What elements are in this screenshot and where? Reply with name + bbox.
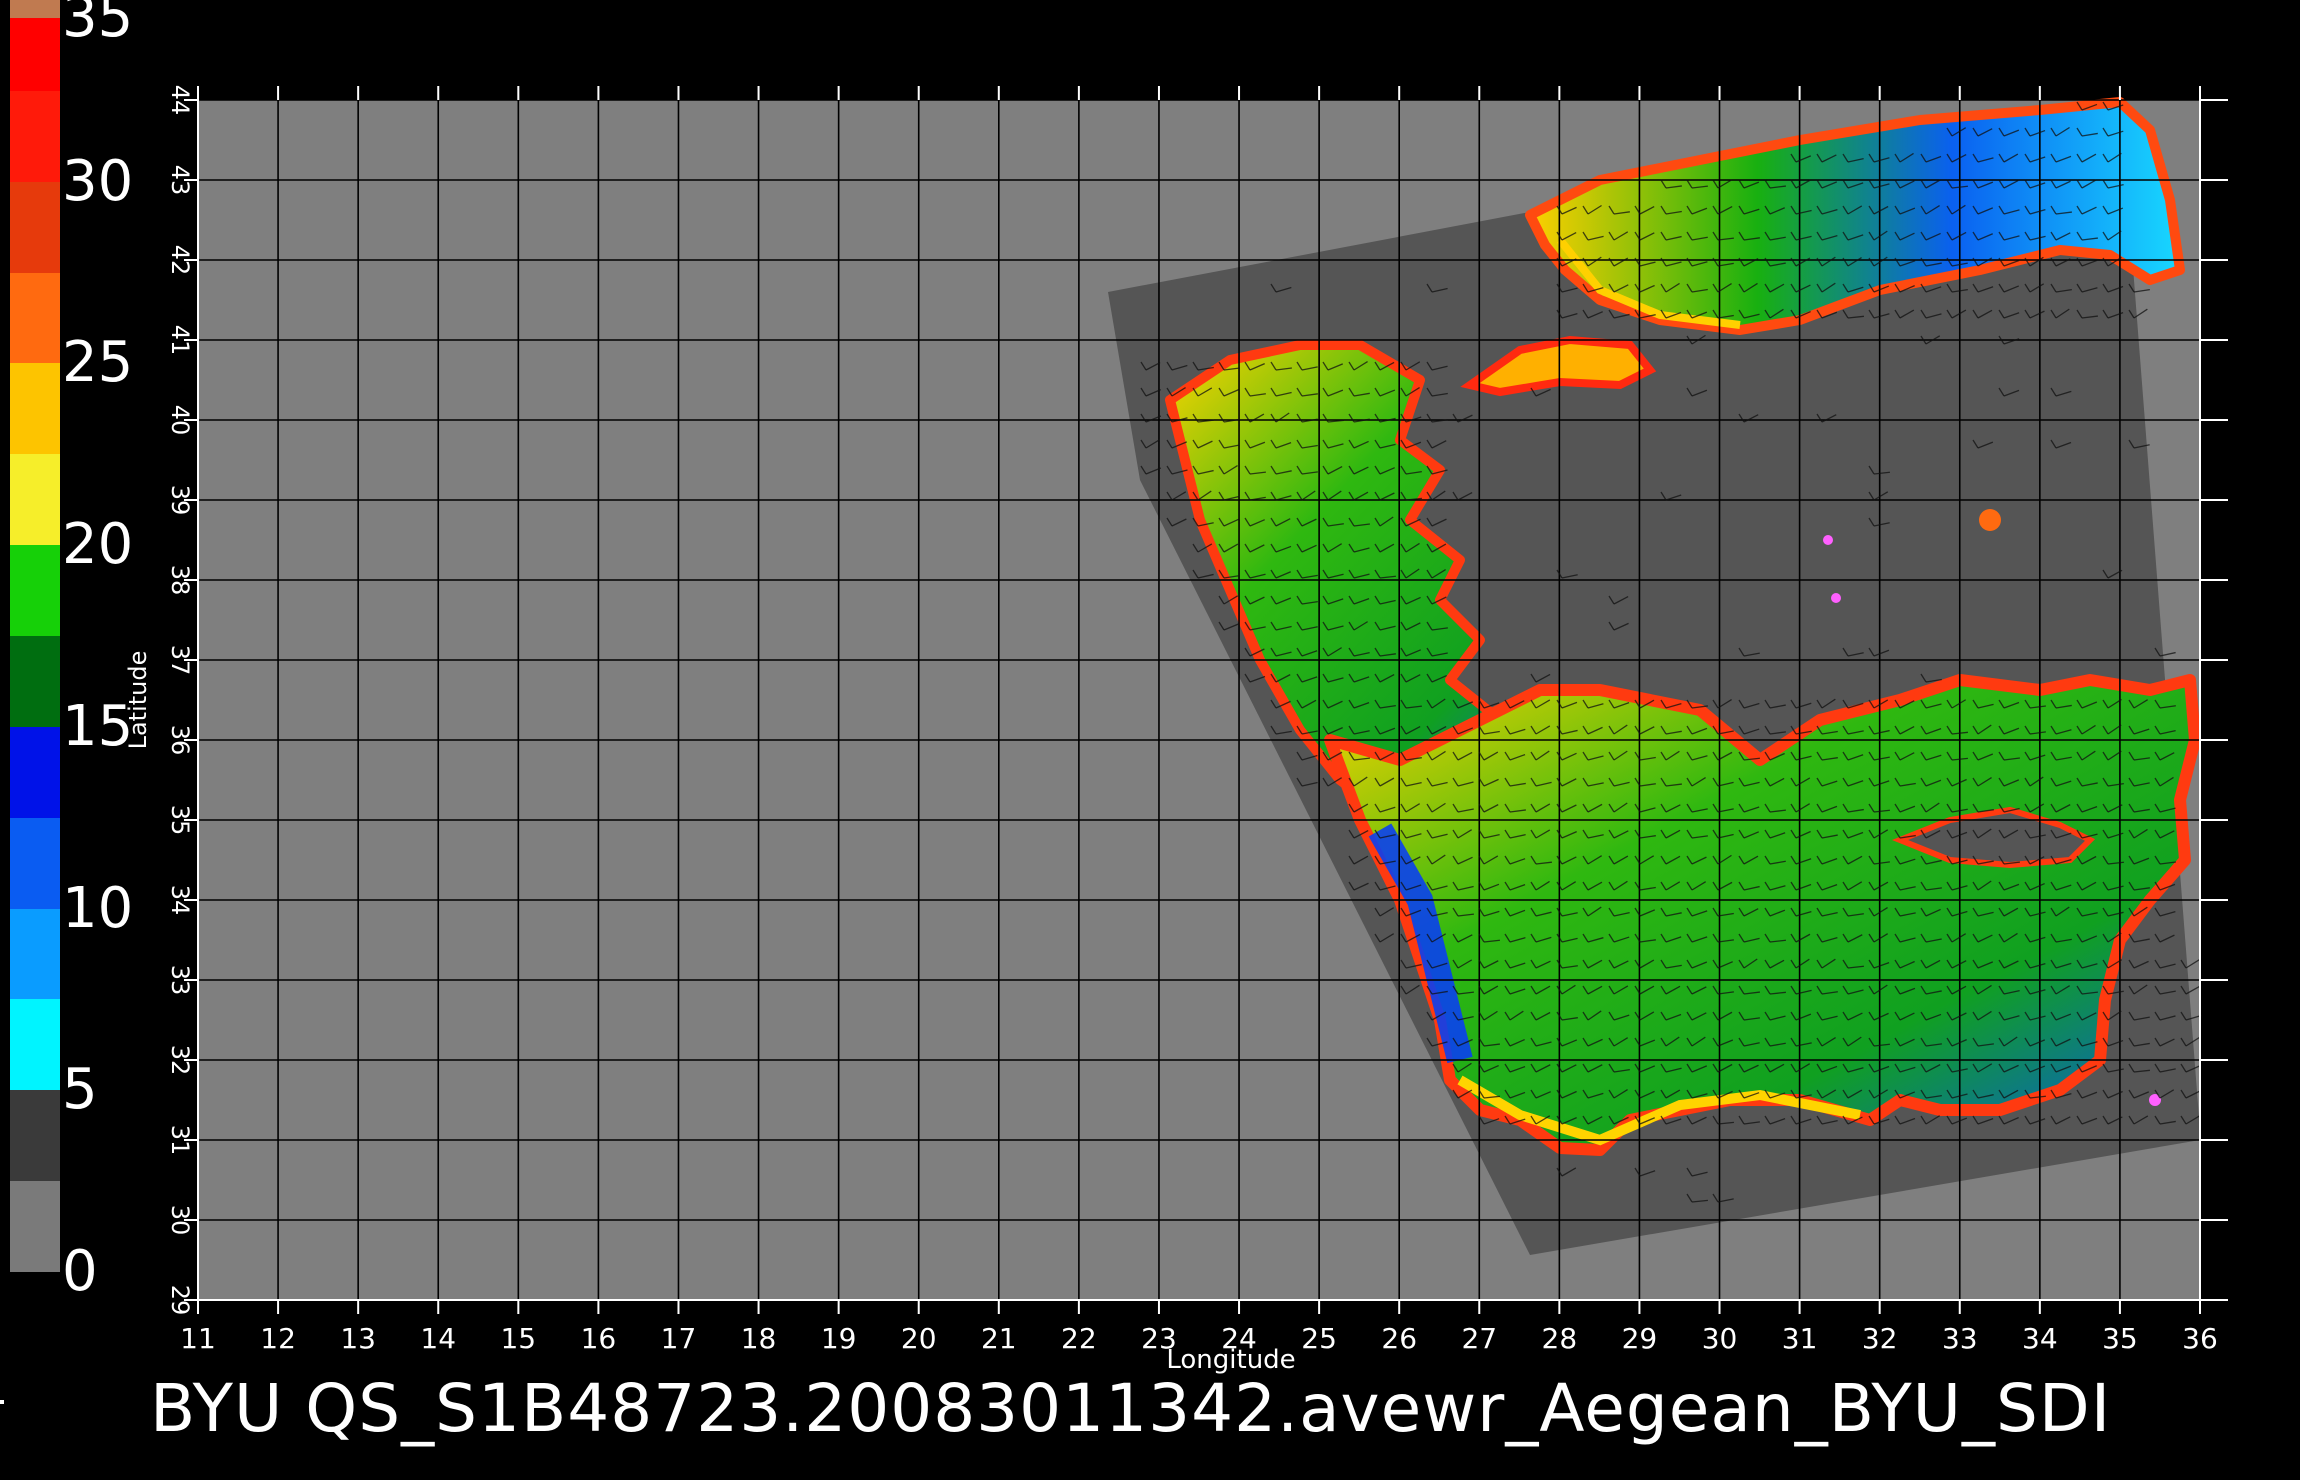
color-scale-segment (10, 545, 60, 636)
color-scale-segment (10, 817, 60, 909)
color-scale-segment (10, 272, 60, 364)
color-scale-label: 15 (62, 693, 134, 759)
color-scale-segment (10, 363, 60, 455)
lat-tick-label: 41 (166, 325, 194, 356)
color-scale-label: 0 (62, 1239, 98, 1304)
lon-tick-label: 34 (2022, 1322, 2058, 1355)
color-scale-label: 10 (62, 875, 134, 941)
color-scale-label: 5 (62, 1057, 98, 1123)
lon-tick-label: 30 (1702, 1322, 1738, 1355)
lon-tick-label: 31 (1782, 1322, 1818, 1355)
lon-tick-label: 35 (2102, 1322, 2138, 1355)
lon-tick-label: 21 (981, 1322, 1017, 1355)
lon-tick-label: 27 (1461, 1322, 1497, 1355)
lat-tick-label: 33 (166, 965, 194, 996)
lon-tick-label: 13 (340, 1322, 376, 1355)
lon-tick-label: 33 (1942, 1322, 1978, 1355)
color-scale-label: 25 (62, 330, 134, 396)
color-scale-segment (10, 1181, 60, 1272)
lon-tick-label: 17 (661, 1322, 697, 1355)
color-scale-segment (10, 999, 60, 1091)
lon-tick-label: 26 (1381, 1322, 1417, 1355)
lon-tick-label: 11 (180, 1322, 216, 1355)
lat-tick-label: 38 (166, 565, 194, 596)
color-scale-label: 35 (62, 0, 134, 50)
lon-tick-label: 12 (260, 1322, 296, 1355)
lon-tick-label: 29 (1622, 1322, 1658, 1355)
wind-map-figure: 11 12 13 14 15 16 17 18 19 20 21 22 23 24 25 26 27 28 29 30… (124, 85, 2228, 1375)
color-scale-label: 20 (62, 512, 134, 578)
lat-tick-label: 30 (166, 1205, 194, 1236)
wind-spot (1831, 593, 1841, 603)
lon-tick-label: 28 (1542, 1322, 1578, 1355)
edge-marker (0, 1400, 4, 1404)
lon-tick-label: 15 (500, 1322, 536, 1355)
lon-tick-label: 18 (741, 1322, 777, 1355)
lat-tick-label: 37 (166, 645, 194, 676)
lat-tick-label: 44 (166, 85, 194, 116)
color-scale-segment (10, 1090, 60, 1182)
lat-tick-label: 40 (166, 405, 194, 436)
figure-caption: BYU QS_S1B48723.20083011342.avewr_Aegean… (150, 1370, 2112, 1447)
color-scale-segment (10, 636, 60, 727)
color-scale-segment (10, 454, 60, 546)
wind-spot (1823, 535, 1833, 545)
color-scale-bar (10, 0, 60, 1272)
color-scale-segment (10, 18, 60, 91)
lat-tick-label: 39 (166, 485, 194, 516)
color-scale-segment (10, 0, 60, 19)
lat-tick-label: 32 (166, 1045, 194, 1076)
lon-tick-label: 36 (2182, 1322, 2218, 1355)
lat-tick-label: 34 (166, 885, 194, 916)
lat-tick-label: 43 (166, 165, 194, 196)
lon-tick-label: 19 (821, 1322, 857, 1355)
color-scale-segment (10, 90, 60, 182)
lat-tick-label: 35 (166, 805, 194, 836)
lon-tick-label: 16 (581, 1322, 617, 1355)
color-scale-segment (10, 181, 60, 273)
color-scale-segment (10, 908, 60, 1000)
lon-tick-label: 25 (1301, 1322, 1337, 1355)
lat-tick-label: 42 (166, 245, 194, 276)
color-scale-segment (10, 726, 60, 818)
lat-tick-label: 36 (166, 725, 194, 756)
lon-tick-label: 14 (420, 1322, 456, 1355)
lon-tick-label: 22 (1061, 1322, 1097, 1355)
color-scale-label: 30 (62, 148, 134, 214)
wind-spot (1979, 509, 2001, 531)
lat-tick-label: 31 (166, 1125, 194, 1156)
lon-tick-label: 32 (1862, 1322, 1898, 1355)
lon-tick-label: 20 (901, 1322, 937, 1355)
